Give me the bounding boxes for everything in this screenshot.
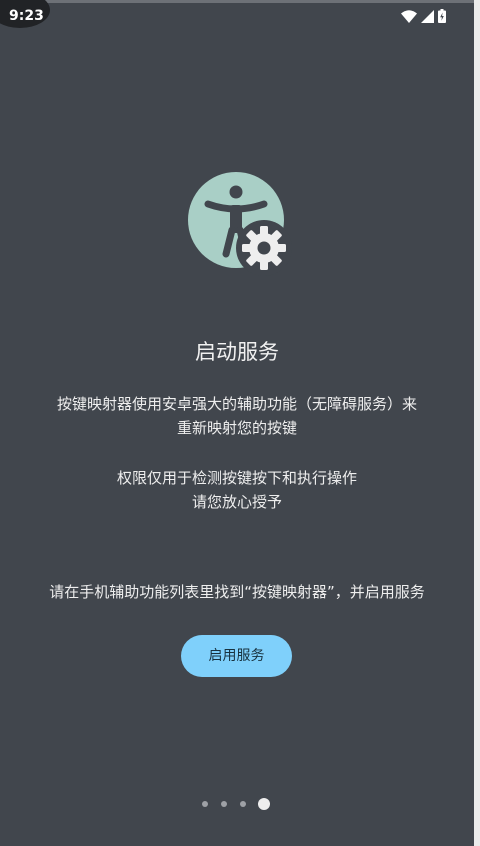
enable-service-button[interactable]: 启用服务 [181, 635, 292, 677]
gear-icon [236, 220, 292, 276]
page-dot-4-active[interactable] [258, 798, 270, 810]
screen-edge [474, 0, 480, 846]
battery-icon [438, 9, 446, 23]
permission-line-1: 权限仅用于检测按键按下和执行操作 [116, 469, 357, 487]
page-dot-2[interactable] [221, 801, 227, 807]
permission-line-2: 请您放心授予 [191, 493, 282, 511]
wifi-icon [401, 9, 417, 23]
page-title: 启动服务 [195, 340, 279, 364]
page-indicator [0, 797, 474, 811]
onboarding-screen: 9:23 启动服务 按键映射器使用安卓强大的辅助功能（无障碍服务）来 重新映射您… [0, 0, 474, 846]
description-text: 按键映射器使用安卓强大的辅助功能（无障碍服务）来 重新映射您的按键 [16, 392, 458, 440]
status-bar: 9:23 [0, 0, 474, 34]
accessibility-settings-icon [188, 172, 292, 276]
description-line-2: 重新映射您的按键 [176, 419, 297, 437]
instruction-text: 请在手机辅助功能列表里找到“按键映射器”，并启用服务 [49, 583, 425, 601]
description-line-1: 按键映射器使用安卓强大的辅助功能（无障碍服务）来 [56, 395, 417, 413]
page-dot-1[interactable] [202, 801, 208, 807]
cellular-icon [421, 9, 434, 23]
status-icons [401, 9, 446, 23]
status-time: 9:23 [9, 8, 44, 24]
permission-text: 权限仅用于检测按键按下和执行操作 请您放心授予 [16, 466, 458, 514]
page-dot-3[interactable] [240, 801, 246, 807]
